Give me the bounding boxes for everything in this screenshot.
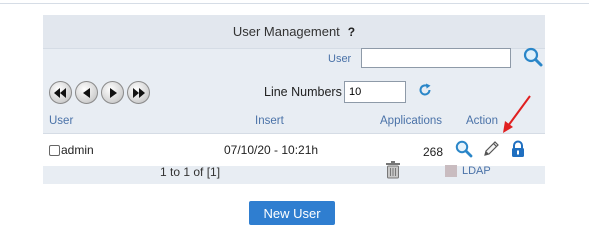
table-row: admin 07/10/20 - 10:21h 268 [43,133,545,166]
column-header-user: User [49,115,74,127]
panel-title-bar: User Management ? [43,15,545,49]
next-icon[interactable] [101,81,124,104]
help-icon[interactable]: ? [348,25,355,39]
column-header-action: Action [466,115,498,127]
ldap-legend-label: LDAP [462,165,491,177]
top-divider [0,3,589,4]
user-search-label: User [328,53,352,65]
line-numbers-input[interactable] [344,81,406,103]
row-applications-count: 268 [423,145,444,159]
magnifier-icon[interactable] [522,46,544,68]
column-header-applications: Applications [380,115,443,127]
pager-text: 1 to 1 of [1] [160,165,221,179]
row-user-name: admin [61,143,94,157]
previous-icon[interactable] [75,81,98,104]
annotation-arrow-icon [503,95,531,133]
edit-pencil-icon[interactable] [481,139,501,159]
pagination-nav [49,81,150,104]
trash-icon[interactable] [385,161,401,179]
refresh-icon[interactable] [418,83,432,97]
row-insert-date: 07/10/20 - 10:21h [224,143,319,157]
view-icon[interactable] [454,139,474,159]
new-user-button[interactable]: New User [249,201,335,225]
ldap-legend-swatch [445,165,457,177]
fast-forward-last-icon[interactable] [127,81,150,104]
panel-title: User Management [232,24,340,39]
table-footer: 1 to 1 of [1] LDAP [43,161,545,184]
user-management-panel: User Management ? User Line Numbers User… [43,15,545,184]
lock-icon[interactable] [508,139,528,159]
user-search-input[interactable] [361,48,511,68]
row-select-checkbox[interactable] [49,145,60,156]
column-header-insert: Insert [255,115,284,127]
line-numbers-label: Line Numbers [264,85,342,99]
rewind-first-icon[interactable] [49,81,72,104]
